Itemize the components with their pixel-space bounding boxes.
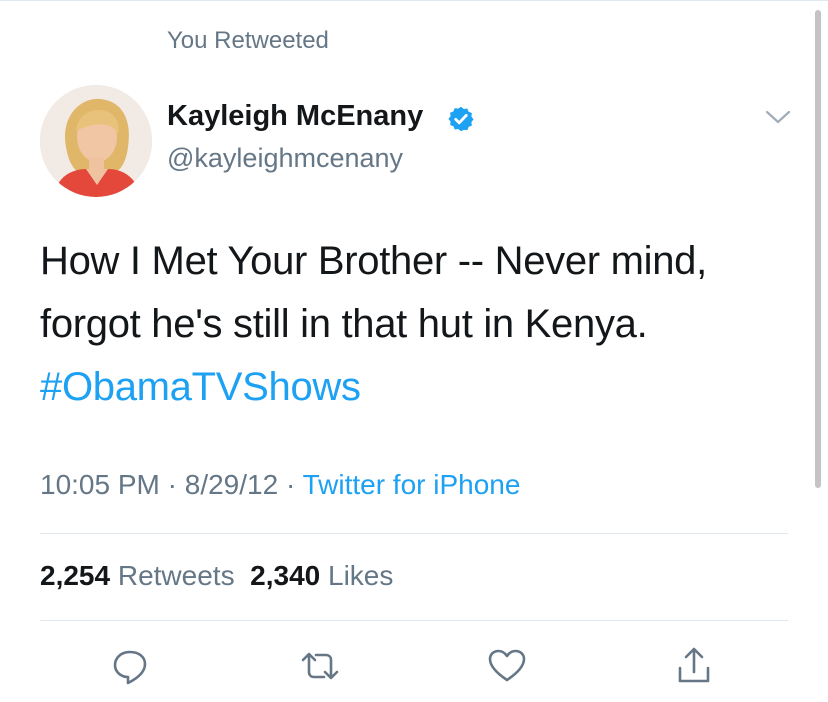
likes-label: Likes [328, 560, 394, 591]
reply-button[interactable] [108, 644, 152, 688]
tweet-stats: 2,254 Retweets 2,340 Likes [40, 560, 393, 592]
avatar[interactable] [40, 85, 152, 197]
retweets-stat[interactable]: 2,254 Retweets [40, 560, 235, 591]
meta-separator: · [278, 469, 303, 500]
retweet-button[interactable] [298, 644, 342, 688]
tweet-date: 8/29/12 [184, 469, 279, 500]
divider [40, 620, 788, 621]
retweets-count: 2,254 [40, 560, 111, 591]
tweet-source-link[interactable]: Twitter for iPhone [303, 469, 521, 500]
chevron-down-icon[interactable] [765, 109, 791, 125]
likes-count: 2,340 [250, 560, 321, 591]
like-button[interactable] [485, 644, 529, 688]
avatar-image [40, 85, 152, 197]
like-icon [488, 649, 526, 682]
hashtag-link[interactable]: #ObamaTVShows [40, 356, 800, 419]
tweet-text-line: forgot he's still in that hut in Kenya. [40, 302, 648, 346]
verified-badge-icon [448, 106, 474, 132]
retweets-label: Retweets [117, 560, 235, 591]
retweet-icon [301, 652, 339, 680]
scrollbar[interactable] [815, 10, 821, 488]
retweet-context-label: You Retweeted [167, 27, 329, 54]
tweet-meta: 10:05 PM · 8/29/12 · Twitter for iPhone [40, 469, 520, 501]
meta-separator: · [159, 469, 185, 500]
share-icon [678, 647, 710, 683]
likes-stat[interactable]: 2,340 Likes [250, 560, 393, 591]
reply-icon [113, 650, 147, 685]
top-divider [0, 0, 828, 1]
tweet-text: How I Met Your Brother -- Never mind, fo… [40, 230, 800, 419]
divider [40, 533, 788, 534]
tweet-time: 10:05 PM [40, 469, 160, 500]
tweet-text-line: How I Met Your Brother -- Never mind, [40, 239, 707, 283]
user-handle[interactable]: @kayleighmcenany [167, 143, 403, 174]
display-name[interactable]: Kayleigh McEnany [167, 100, 423, 133]
share-button[interactable] [672, 644, 716, 688]
